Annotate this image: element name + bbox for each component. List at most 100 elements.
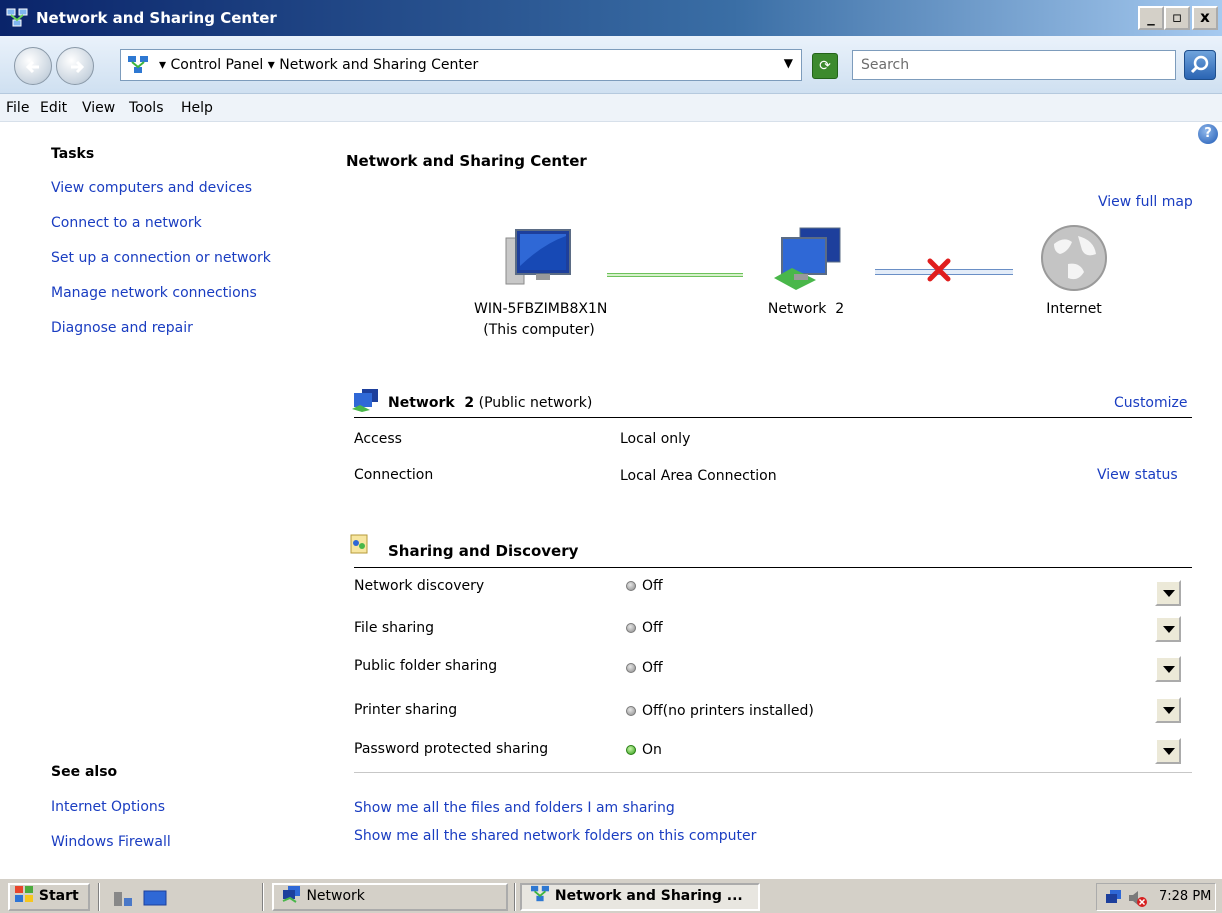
task-connect-network[interactable]: Connect to a network	[51, 215, 202, 231]
network-center-icon	[6, 8, 28, 27]
link-windows-firewall[interactable]: Windows Firewall	[51, 834, 171, 850]
sharing-row-label: Network discovery	[354, 578, 485, 594]
taskbar-network-button[interactable]: Network	[272, 883, 508, 911]
menu-file[interactable]: File	[6, 100, 29, 116]
start-button[interactable]: Start	[8, 883, 90, 911]
task-pane: Tasks View computers and devices Connect…	[0, 122, 330, 877]
menu-edit[interactable]: Edit	[40, 100, 67, 116]
divider	[354, 567, 1192, 568]
sharing-row-label: File sharing	[354, 620, 435, 636]
network-name: Network 2	[388, 395, 475, 411]
taskbar-network-sharing-button[interactable]: Network and Sharing ...	[520, 883, 760, 911]
refresh-button[interactable]: ⟳	[812, 53, 838, 79]
status-off-icon	[626, 663, 636, 673]
search-input[interactable]: Search	[852, 50, 1176, 80]
disconnected-x-icon[interactable]	[926, 258, 952, 282]
network-section-icon	[352, 389, 378, 412]
expand-file-sharing-button[interactable]	[1155, 616, 1181, 642]
taskbar-network-label: Network	[306, 888, 365, 904]
address-bar: ▾ Control Panel ▾ Network and Sharing Ce…	[0, 36, 1222, 94]
taskbar-separator	[514, 883, 516, 911]
breadcrumb-chevron-icon[interactable]: ▾	[268, 57, 279, 73]
title-bar: Network and Sharing Center _ ▫ x	[0, 0, 1222, 36]
show-shared-folders-link[interactable]: Show me all the shared network folders o…	[354, 828, 756, 844]
sharing-row-status: Off	[626, 660, 663, 676]
connection-value: Local Area Connection	[620, 468, 777, 484]
sharing-row-label: Printer sharing	[354, 702, 458, 718]
search-icon	[1190, 55, 1209, 74]
sharing-row-label: Public folder sharing	[354, 658, 498, 674]
status-off-icon	[626, 581, 636, 591]
network-icon	[128, 56, 148, 73]
task-diagnose-repair[interactable]: Diagnose and repair	[51, 320, 193, 336]
menu-tools[interactable]: Tools	[129, 100, 164, 116]
sharing-row-status: Off	[626, 620, 663, 636]
sharing-row-status: Off	[626, 578, 663, 594]
menu-help[interactable]: Help	[181, 100, 213, 116]
server-manager-icon[interactable]	[112, 888, 134, 908]
divider	[354, 772, 1192, 773]
search-placeholder: Search	[861, 57, 910, 73]
close-button[interactable]: x	[1192, 6, 1218, 30]
access-label: Access	[354, 431, 402, 447]
connection-line-computer-network	[607, 273, 743, 277]
network-tray-icon[interactable]	[1105, 889, 1123, 905]
status-off-icon	[626, 706, 636, 716]
breadcrumb-current[interactable]: Network and Sharing Center	[279, 57, 478, 73]
sharing-icon	[350, 534, 368, 554]
expand-password-sharing-button[interactable]	[1155, 738, 1181, 764]
minimize-button[interactable]: _	[1138, 6, 1164, 30]
show-shared-files-link[interactable]: Show me all the files and folders I am s…	[354, 800, 675, 816]
show-desktop-icon[interactable]	[142, 888, 168, 908]
back-button[interactable]	[14, 47, 52, 85]
link-internet-options[interactable]: Internet Options	[51, 799, 165, 815]
task-setup-connection[interactable]: Set up a connection or network	[51, 250, 271, 266]
taskbar-separator	[262, 883, 264, 911]
task-view-computers[interactable]: View computers and devices	[51, 180, 252, 196]
address-dropdown-icon[interactable]: ▼	[784, 56, 793, 70]
network-type: (Public network)	[478, 395, 593, 411]
tasks-heading: Tasks	[51, 146, 95, 162]
connection-label: Connection	[354, 467, 434, 483]
back-arrow-icon	[25, 60, 39, 74]
sharing-row-note: (no printers installed)	[662, 703, 814, 719]
maximize-button[interactable]: ▫	[1164, 6, 1190, 30]
divider	[354, 417, 1192, 418]
volume-muted-icon[interactable]	[1127, 888, 1147, 908]
computer-icon[interactable]	[498, 222, 578, 288]
system-tray: 7:28 PM	[1096, 883, 1216, 911]
computer-name-label: WIN-5FBZIMB8X1N	[474, 301, 608, 317]
clock: 7:28 PM	[1159, 889, 1212, 904]
forward-button[interactable]	[56, 47, 94, 85]
expand-printer-sharing-button[interactable]	[1155, 697, 1181, 723]
task-manage-connections[interactable]: Manage network connections	[51, 285, 257, 301]
page-title: Network and Sharing Center	[346, 152, 587, 170]
menu-bar: File Edit View Tools Help	[0, 94, 1222, 122]
internet-label: Internet	[1046, 301, 1102, 317]
network-center-icon	[531, 885, 549, 902]
view-status-link[interactable]: View status	[1097, 467, 1178, 483]
taskbar-separator	[98, 883, 100, 911]
breadcrumb: ▾ Control Panel ▾ Network and Sharing Ce…	[159, 57, 478, 73]
address-field[interactable]: ▾ Control Panel ▾ Network and Sharing Ce…	[120, 49, 802, 81]
customize-link[interactable]: Customize	[1114, 395, 1188, 411]
see-also-heading: See also	[51, 764, 118, 780]
breadcrumb-chevron-icon[interactable]: ▾	[159, 57, 170, 73]
start-label: Start	[38, 888, 79, 904]
expand-network-discovery-button[interactable]	[1155, 580, 1181, 606]
network-2-icon[interactable]	[770, 222, 850, 292]
search-button[interactable]	[1184, 50, 1216, 80]
taskbar-network-sharing-label: Network and Sharing ...	[554, 888, 743, 904]
network-map-label: Network 2	[767, 301, 845, 317]
breadcrumb-control-panel[interactable]: Control Panel	[170, 57, 263, 73]
menu-view[interactable]: View	[82, 100, 115, 116]
expand-public-folder-button[interactable]	[1155, 656, 1181, 682]
taskbar: Start Network Network and Sharing ... 7:…	[0, 877, 1222, 913]
network-name-title: Network 2 (Public network)	[388, 395, 592, 411]
sharing-title: Sharing and Discovery	[388, 542, 579, 560]
internet-globe-icon[interactable]	[1038, 222, 1110, 294]
view-full-map-link[interactable]: View full map	[1098, 194, 1193, 210]
window-title: Network and Sharing Center	[36, 9, 277, 27]
main-content: Network and Sharing Center View full map…	[330, 122, 1222, 877]
sharing-row-status: On	[626, 742, 662, 758]
